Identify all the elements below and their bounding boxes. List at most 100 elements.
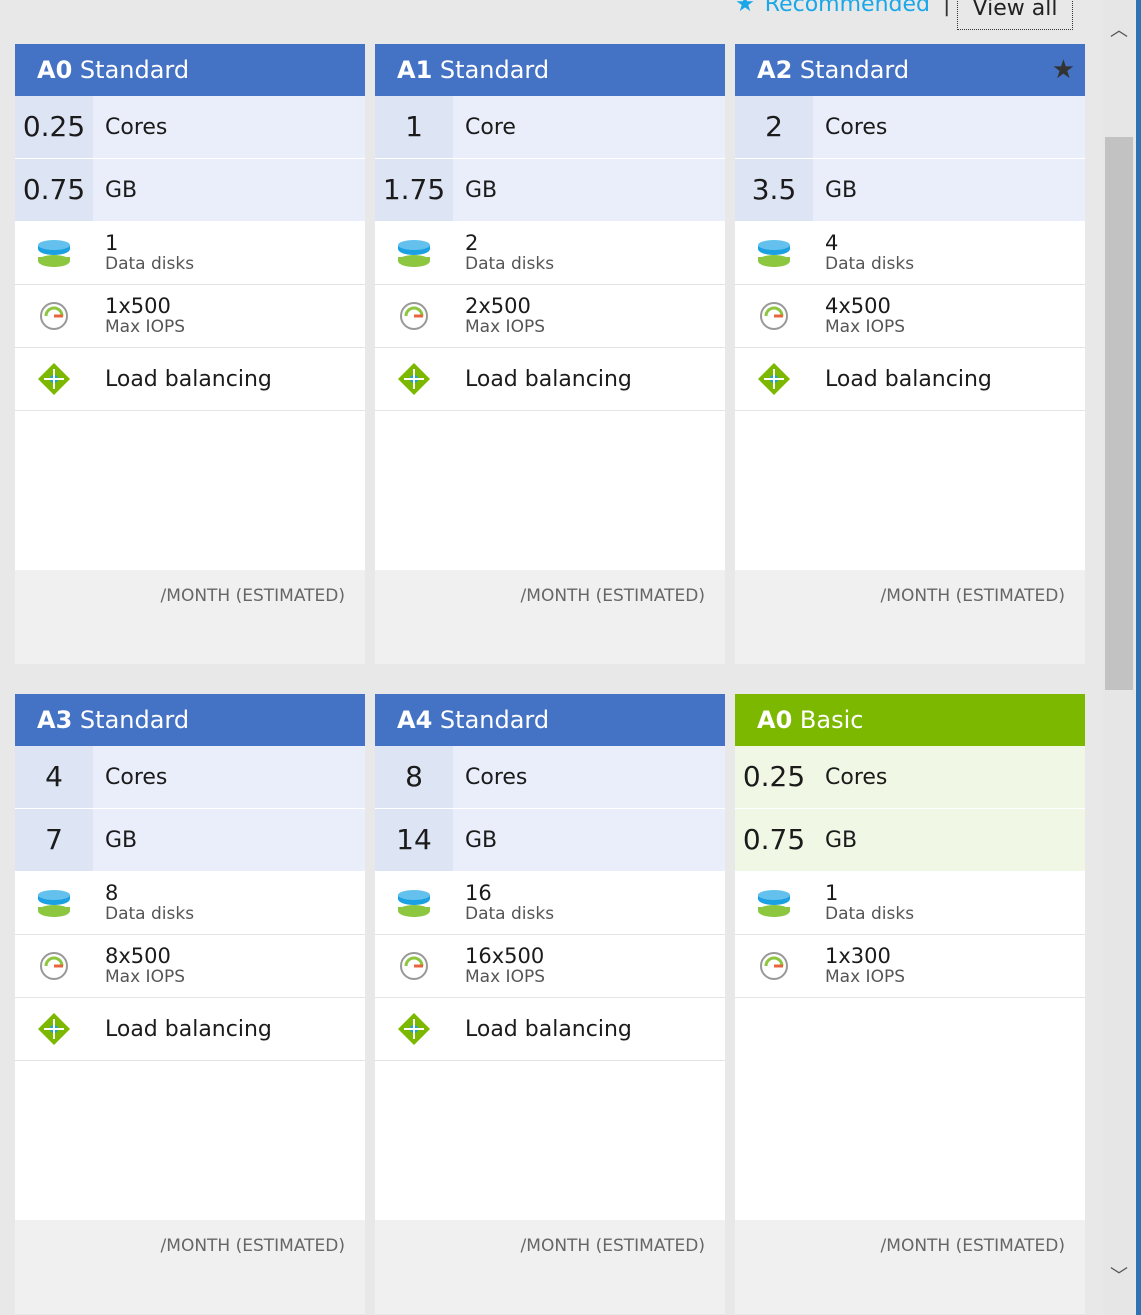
iops-row: 1x500 Max IOPS: [15, 285, 365, 348]
memory-row: 1.75 GB: [375, 159, 725, 222]
view-all-button[interactable]: View all: [957, 0, 1073, 30]
size-card-a0-standard[interactable]: A0 Standard 0.25 Cores 0.75 GB 1 Data disks…: [15, 44, 365, 664]
tier-name: Standard: [79, 706, 190, 734]
tier-name: Standard: [439, 56, 550, 84]
load-balancing-row: Load balancing: [15, 998, 365, 1061]
price-area: /MONTH (ESTIMATED): [15, 570, 365, 664]
tier-code: A2: [757, 56, 793, 84]
price-label: /MONTH (ESTIMATED): [880, 1236, 1065, 1256]
scroll-down-icon[interactable]: ﹀: [1109, 1262, 1129, 1287]
disk-icon: [375, 887, 453, 919]
filter-separator: |: [943, 0, 951, 17]
cores-value: 2: [735, 96, 813, 158]
cores-row: 8 Cores: [375, 746, 725, 809]
memory-value: 3.5: [735, 159, 813, 221]
disks-value: 16: [465, 881, 492, 905]
tier-name: Standard: [799, 56, 910, 84]
load-balancer-icon: [15, 1012, 93, 1046]
disk-icon: [15, 887, 93, 919]
load-balancing-label: Load balancing: [825, 366, 992, 392]
card-header: A1 Standard: [375, 44, 725, 96]
tier-code: A0: [37, 56, 73, 84]
memory-row: 14 GB: [375, 809, 725, 872]
speedometer-icon: [15, 950, 93, 982]
memory-unit: GB: [105, 827, 138, 853]
load-balancing-row: Load balancing: [15, 348, 365, 411]
disk-icon: [735, 887, 813, 919]
load-balancing-label: Load balancing: [465, 1016, 632, 1042]
disks-value: 4: [825, 231, 839, 255]
scrollbar-thumb[interactable]: [1105, 137, 1133, 690]
tier-code: A1: [397, 56, 433, 84]
iops-label: Max IOPS: [825, 317, 905, 337]
size-card-a3-standard[interactable]: A3 Standard 4 Cores 7 GB 8 Data disks 8x500…: [15, 694, 365, 1314]
memory-unit: GB: [465, 827, 498, 853]
load-balancer-icon: [735, 362, 813, 396]
load-balancing-label: Load balancing: [465, 366, 632, 392]
iops-row: 4x500 Max IOPS: [735, 285, 1085, 348]
disks-value: 2: [465, 231, 479, 255]
size-card-a1-standard[interactable]: A1 Standard 1 Core 1.75 GB 2 Data disks 2x5…: [375, 44, 725, 664]
cores-unit: Cores: [825, 114, 888, 140]
iops-label: Max IOPS: [105, 967, 185, 987]
cores-value: 4: [15, 746, 93, 808]
price-label: /MONTH (ESTIMATED): [880, 586, 1065, 606]
cores-row: 0.25 Cores: [735, 746, 1085, 809]
disks-label: Data disks: [465, 254, 555, 274]
price-area: /MONTH (ESTIMATED): [15, 1220, 365, 1314]
tier-code: A4: [397, 706, 433, 734]
iops-value: 8x500: [105, 944, 171, 968]
iops-value: 16x500: [465, 944, 545, 968]
card-header: A3 Standard: [15, 694, 365, 746]
memory-unit: GB: [465, 177, 498, 203]
memory-value: 1.75: [375, 159, 453, 221]
cores-value: 0.25: [15, 96, 93, 158]
size-card-a0-basic[interactable]: A0 Basic 0.25 Cores 0.75 GB 1 Data disks 1x…: [735, 694, 1085, 1314]
speedometer-icon: [15, 300, 93, 332]
card-header: A2 Standard ★: [735, 44, 1085, 96]
load-balancing-label: Load balancing: [105, 1016, 272, 1042]
memory-row: 0.75 GB: [735, 809, 1085, 872]
memory-unit: GB: [825, 177, 858, 203]
card-header: A0 Standard: [15, 44, 365, 96]
iops-label: Max IOPS: [465, 317, 545, 337]
recommended-filter[interactable]: ★ Recommended: [735, 0, 930, 17]
star-icon: ★: [735, 0, 755, 17]
disks-label: Data disks: [105, 904, 195, 924]
scroll-up-icon[interactable]: ︿: [1109, 16, 1129, 41]
cores-unit: Core: [465, 114, 516, 140]
memory-row: 3.5 GB: [735, 159, 1085, 222]
load-balancer-icon: [375, 362, 453, 396]
size-card-a2-standard[interactable]: A2 Standard ★ 2 Cores 3.5 GB 4 Data disks 4x…: [735, 44, 1085, 664]
price-area: /MONTH (ESTIMATED): [375, 1220, 725, 1314]
disk-icon: [735, 237, 813, 269]
iops-row: 16x500 Max IOPS: [375, 935, 725, 998]
disk-icon: [15, 237, 93, 269]
price-area: /MONTH (ESTIMATED): [375, 570, 725, 664]
cores-row: 0.25 Cores: [15, 96, 365, 159]
vertical-scrollbar[interactable]: ︿ ﹀: [1103, 0, 1135, 1315]
iops-value: 1x500: [105, 294, 171, 318]
iops-row: 1x300 Max IOPS: [735, 935, 1085, 998]
cores-unit: Cores: [105, 114, 168, 140]
data-disks-row: 2 Data disks: [375, 222, 725, 285]
cores-value: 0.25: [735, 746, 813, 808]
price-label: /MONTH (ESTIMATED): [160, 1236, 345, 1256]
memory-unit: GB: [825, 827, 858, 853]
memory-row: 0.75 GB: [15, 159, 365, 222]
price-area: /MONTH (ESTIMATED): [735, 1220, 1085, 1314]
disks-label: Data disks: [105, 254, 195, 274]
tier-name: Basic: [799, 706, 864, 734]
disks-value: 1: [825, 881, 839, 905]
size-card-a4-standard[interactable]: A4 Standard 8 Cores 14 GB 16 Data disks 16x…: [375, 694, 725, 1314]
speedometer-icon: [735, 300, 813, 332]
card-header: A4 Standard: [375, 694, 725, 746]
iops-label: Max IOPS: [105, 317, 185, 337]
memory-value: 14: [375, 809, 453, 871]
tier-code: A0: [757, 706, 793, 734]
load-balancer-icon: [375, 1012, 453, 1046]
load-balancing-row: Load balancing: [375, 998, 725, 1061]
card-header: A0 Basic: [735, 694, 1085, 746]
memory-unit: GB: [105, 177, 138, 203]
price-label: /MONTH (ESTIMATED): [520, 586, 705, 606]
